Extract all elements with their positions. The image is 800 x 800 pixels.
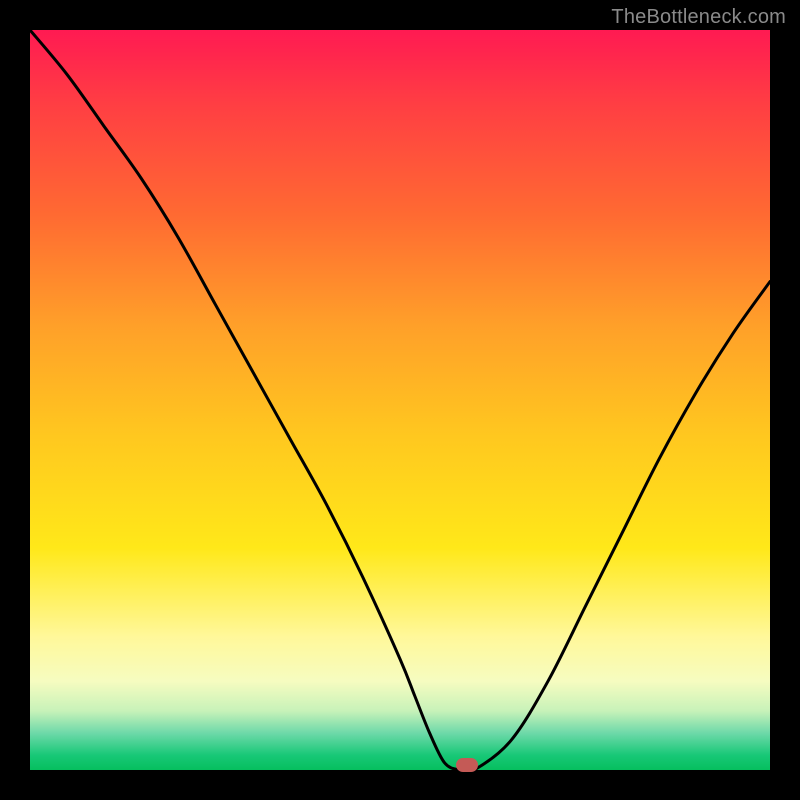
chart-frame: TheBottleneck.com xyxy=(0,0,800,800)
curve-path xyxy=(30,30,770,770)
optimum-marker xyxy=(456,758,478,772)
watermark-text: TheBottleneck.com xyxy=(611,6,786,29)
bottleneck-curve xyxy=(30,30,770,770)
plot-area xyxy=(30,30,770,770)
